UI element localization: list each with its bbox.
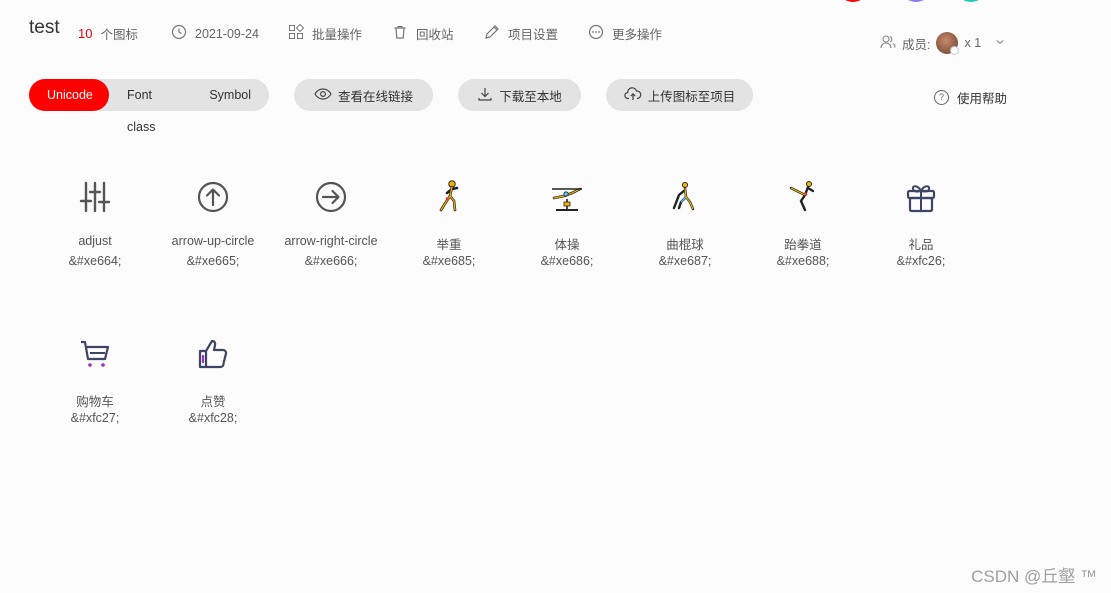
gift-icon (862, 180, 980, 214)
icon-name: adjust (78, 234, 112, 248)
recycle-bin-label: 回收站 (416, 28, 454, 42)
icon-code: &#xfc28; (188, 411, 238, 425)
download-local-label: 下载至本地 (499, 89, 562, 104)
icon-name: arrow-right-circle (284, 234, 378, 248)
icon-name: 举重 (436, 238, 462, 252)
arrow-up-circle-icon (154, 180, 272, 214)
icon-code: &#xe687; (658, 254, 712, 268)
icon-card-arrow-up-circle[interactable]: arrow-up-circle &#xe665; (154, 180, 272, 268)
arrow-right-circle-icon (272, 180, 390, 214)
taekwondo-icon (744, 180, 862, 214)
tab-symbol[interactable]: Symbol (193, 79, 269, 111)
question-icon: ? (934, 90, 949, 105)
members-dropdown[interactable]: 成员: x 1 (880, 32, 1005, 55)
icon-name: 点赞 (200, 395, 226, 409)
pencil-icon (484, 24, 500, 43)
top-color-circle-red (837, 0, 869, 2)
chevron-down-icon (995, 36, 1005, 50)
members-count: x 1 (964, 36, 982, 50)
view-online-link-label: 查看在线链接 (337, 89, 413, 104)
download-local-button[interactable]: 下载至本地 (458, 79, 581, 111)
icon-code: &#xe686; (540, 254, 594, 268)
top-color-circle-teal (955, 0, 987, 2)
icon-card-arrow-right-circle[interactable]: arrow-right-circle &#xe666; (272, 180, 390, 268)
download-icon (477, 86, 493, 105)
icon-card-adjust[interactable]: adjust &#xe664; (36, 180, 154, 268)
project-title: test (29, 17, 60, 38)
format-tabs: Unicode Font class Symbol (29, 79, 269, 134)
usage-help-link[interactable]: ? 使用帮助 (934, 88, 1007, 107)
icon-count: 10 个图标 (78, 24, 138, 43)
recycle-bin-button[interactable]: 回收站 (392, 24, 454, 43)
batch-operation-button[interactable]: 批量操作 (288, 23, 363, 43)
avatar[interactable] (936, 32, 960, 55)
members-label: 成员: (902, 37, 931, 52)
icon-count-number: 10 (78, 26, 93, 41)
icon-card-thumbs-up[interactable]: 点赞 &#xfc28; (154, 337, 272, 425)
icon-card-gift[interactable]: 礼品 &#xfc26; (862, 180, 980, 268)
icon-code: &#xe664; (68, 254, 122, 268)
trash-icon (392, 24, 408, 43)
icon-card-hockey[interactable]: 曲棍球 &#xe687; (626, 180, 744, 268)
adjust-icon (36, 180, 154, 214)
members-icon (880, 34, 896, 53)
icon-card-taekwondo[interactable]: 跆拳道 &#xe688; (744, 180, 862, 268)
batch-operation-label: 批量操作 (312, 28, 363, 42)
icon-code: &#xe685; (422, 254, 476, 268)
project-settings-button[interactable]: 项目设置 (484, 24, 558, 43)
more-operations-label: 更多操作 (612, 28, 663, 42)
icon-name: arrow-up-circle (171, 234, 255, 248)
tab-font-class[interactable]: Font class (109, 79, 193, 134)
hockey-icon (626, 180, 744, 214)
icon-code: &#xfc27; (70, 411, 120, 425)
more-dots-icon (588, 24, 604, 43)
tab-unicode[interactable]: Unicode (29, 79, 109, 111)
usage-help-label: 使用帮助 (957, 92, 1008, 106)
icon-name: 礼品 (908, 238, 934, 252)
icon-name: 体操 (554, 238, 580, 252)
shopping-cart-icon (36, 337, 154, 371)
icon-name: 跆拳道 (784, 238, 822, 252)
eye-icon (314, 86, 332, 105)
icon-name: 购物车 (76, 395, 114, 409)
gymnastics-icon (508, 180, 626, 214)
cloud-upload-icon (624, 86, 642, 105)
icon-code: &#xe688; (776, 254, 830, 268)
icon-card-shopping-cart[interactable]: 购物车 &#xfc27; (36, 337, 154, 425)
icon-name: 曲棍球 (666, 238, 704, 252)
batch-grid-icon (288, 23, 305, 43)
top-color-circle-purple (900, 0, 932, 2)
thumbs-up-icon (154, 337, 272, 371)
clock-icon (171, 24, 187, 43)
icon-count-label: 个图标 (100, 28, 138, 42)
created-date-text: 2021-09-24 (195, 26, 259, 41)
weightlifting-icon (390, 180, 508, 214)
icon-code: &#xe665; (186, 254, 240, 268)
upload-icons-button[interactable]: 上传图标至项目 (606, 79, 753, 111)
icon-card-weightlifting[interactable]: 举重 &#xe685; (390, 180, 508, 268)
created-date: 2021-09-24 (171, 24, 259, 43)
icon-code: &#xfc26; (896, 254, 946, 268)
upload-icons-label: 上传图标至项目 (647, 89, 736, 104)
icon-card-gymnastics[interactable]: 体操 &#xe686; (508, 180, 626, 268)
project-settings-label: 项目设置 (508, 28, 559, 42)
icon-code: &#xe666; (304, 254, 358, 268)
more-operations-button[interactable]: 更多操作 (588, 24, 662, 43)
watermark-text: CSDN @丘壑 ™ (971, 567, 1097, 586)
view-online-link-button[interactable]: 查看在线链接 (294, 79, 433, 111)
